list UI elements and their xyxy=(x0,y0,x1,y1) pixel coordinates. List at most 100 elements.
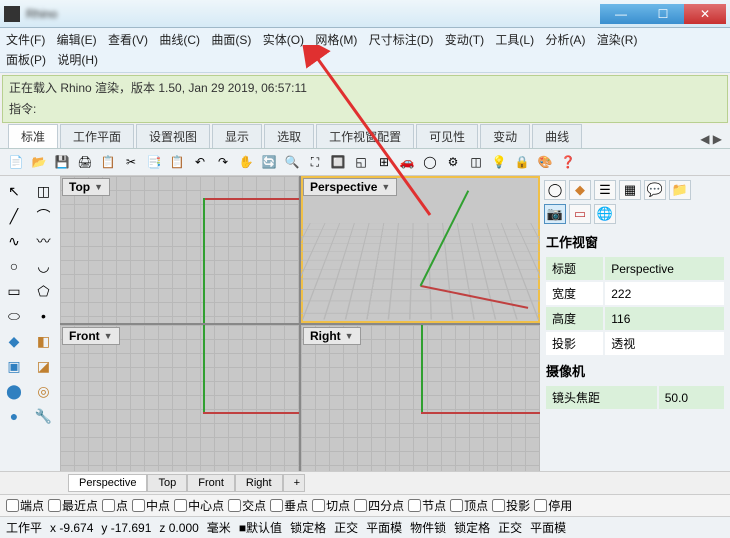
rp-help-icon[interactable]: 💬 xyxy=(644,180,666,200)
menu-tools[interactable]: 工具(L) xyxy=(495,30,534,50)
interp-icon[interactable]: 〰 xyxy=(32,230,56,252)
open-icon[interactable]: 📂 xyxy=(29,152,49,172)
viewport-perspective-label[interactable]: Perspective▼ xyxy=(303,178,397,196)
vtab-perspective[interactable]: Perspective xyxy=(68,474,147,492)
osnap-cen[interactable]: 中心点 xyxy=(174,497,224,514)
rp-rect-icon[interactable]: ▭ xyxy=(569,204,591,224)
osnap-quad[interactable]: 四分点 xyxy=(354,497,404,514)
osnap-int[interactable]: 交点 xyxy=(228,497,266,514)
status-unit[interactable]: 毫米 xyxy=(207,519,231,536)
redo-icon[interactable]: ↷ xyxy=(213,152,233,172)
lock-icon[interactable]: 🔒 xyxy=(512,152,532,172)
status-layer[interactable]: ■默认值 xyxy=(239,519,282,536)
menu-transform[interactable]: 变动(T) xyxy=(445,30,484,50)
sphere-icon[interactable]: ● xyxy=(2,405,26,427)
osnap-knot[interactable]: 节点 xyxy=(408,497,446,514)
copy-icon[interactable]: 📑 xyxy=(144,152,164,172)
help-icon[interactable]: ❓ xyxy=(558,152,578,172)
close-button[interactable]: ✕ xyxy=(684,4,726,24)
viewport-top-label[interactable]: Top▼ xyxy=(62,178,110,196)
tab-transform[interactable]: 变动 xyxy=(480,124,530,148)
pointer-icon[interactable]: ↖ xyxy=(2,180,26,202)
osnap-tan[interactable]: 切点 xyxy=(312,497,350,514)
rp-circle-icon[interactable]: ◯ xyxy=(544,180,566,200)
print-icon[interactable]: 🖨 xyxy=(75,152,95,172)
status-gridsnap2[interactable]: 锁定格 xyxy=(454,519,490,536)
arc-icon[interactable]: ◡ xyxy=(32,255,56,277)
tab-curve[interactable]: 曲线 xyxy=(532,124,582,148)
rp-display-icon[interactable]: ▦ xyxy=(619,180,641,200)
command-input[interactable] xyxy=(42,100,721,117)
osnap-point[interactable]: 点 xyxy=(102,497,128,514)
rp-material-icon[interactable]: ◆ xyxy=(569,180,591,200)
status-planar2[interactable]: 平面模 xyxy=(530,519,566,536)
new-icon[interactable]: 📄 xyxy=(6,152,26,172)
status-ortho[interactable]: 正交 xyxy=(334,519,358,536)
vtab-right[interactable]: Right xyxy=(235,474,283,492)
zoom-icon[interactable]: 🔍 xyxy=(282,152,302,172)
menu-file[interactable]: 文件(F) xyxy=(6,30,45,50)
cylinder-icon[interactable]: ⬤ xyxy=(2,380,26,402)
osnap-disable[interactable]: 停用 xyxy=(534,497,572,514)
torus-icon[interactable]: ◎ xyxy=(32,380,56,402)
light-icon[interactable]: 💡 xyxy=(489,152,509,172)
car-icon[interactable]: 🚗 xyxy=(397,152,417,172)
undo-icon[interactable]: ↶ xyxy=(190,152,210,172)
status-gridsnap[interactable]: 锁定格 xyxy=(290,519,326,536)
layers-icon[interactable]: ◫ xyxy=(466,152,486,172)
save-icon[interactable]: 💾 xyxy=(52,152,72,172)
wrench-icon[interactable]: 🔧 xyxy=(32,405,56,427)
tab-setview[interactable]: 设置视图 xyxy=(136,124,210,148)
osnap-perp[interactable]: 垂点 xyxy=(270,497,308,514)
menu-mesh[interactable]: 网格(M) xyxy=(315,30,357,50)
rect-icon[interactable]: ▭ xyxy=(2,280,26,302)
polyline-icon[interactable]: ⌒ xyxy=(32,205,56,227)
zoom-selected-icon[interactable]: ◱ xyxy=(351,152,371,172)
menu-view[interactable]: 查看(V) xyxy=(108,30,148,50)
lasso-icon[interactable]: ◫ xyxy=(32,180,56,202)
cut-icon[interactable]: ✂ xyxy=(121,152,141,172)
circle-tool-icon[interactable]: ○ xyxy=(2,255,26,277)
polygon-icon[interactable]: ⬠ xyxy=(32,280,56,302)
rp-globe-icon[interactable]: 🌐 xyxy=(594,204,616,224)
pan-icon[interactable]: ✋ xyxy=(236,152,256,172)
viewport-front[interactable]: Front▼ xyxy=(60,325,299,472)
menu-analyze[interactable]: 分析(A) xyxy=(545,30,585,50)
zoom-extents-icon[interactable]: ⛶ xyxy=(305,152,325,172)
line-icon[interactable]: ╱ xyxy=(2,205,26,227)
tab-display[interactable]: 显示 xyxy=(212,124,262,148)
four-view-icon[interactable]: ⊞ xyxy=(374,152,394,172)
curve-icon[interactable]: ∿ xyxy=(2,230,26,252)
menu-edit[interactable]: 编辑(E) xyxy=(57,30,97,50)
status-osnap[interactable]: 物件锁 xyxy=(410,519,446,536)
rp-folder-icon[interactable]: 📁 xyxy=(669,180,691,200)
status-planar[interactable]: 平面模 xyxy=(366,519,402,536)
menu-curve[interactable]: 曲线(C) xyxy=(159,30,200,50)
render-icon[interactable]: 🎨 xyxy=(535,152,555,172)
status-ortho2[interactable]: 正交 xyxy=(498,519,522,536)
rp-layers-icon[interactable]: ☰ xyxy=(594,180,616,200)
ellipse-icon[interactable]: ⬭ xyxy=(2,305,26,327)
tab-visibility[interactable]: 可见性 xyxy=(416,124,478,148)
box-icon[interactable]: ▣ xyxy=(2,355,26,377)
prop-lens-value[interactable]: 50.0 xyxy=(659,386,724,409)
osnap-near[interactable]: 最近点 xyxy=(48,497,98,514)
surface-icon[interactable]: ◆ xyxy=(2,330,26,352)
doc-icon[interactable]: 📋 xyxy=(98,152,118,172)
tab-viewport-layout[interactable]: 工作视窗配置 xyxy=(316,124,414,148)
menu-help[interactable]: 说明(H) xyxy=(57,50,98,70)
menu-dimension[interactable]: 尺寸标注(D) xyxy=(369,30,434,50)
point-icon[interactable]: • xyxy=(32,305,56,327)
rp-camera-icon[interactable]: 📷 xyxy=(544,204,566,224)
viewport-perspective[interactable]: Perspective▼ xyxy=(301,176,540,323)
rotate-icon[interactable]: 🔄 xyxy=(259,152,279,172)
viewport-front-label[interactable]: Front▼ xyxy=(62,327,120,345)
vtab-top[interactable]: Top xyxy=(147,474,187,492)
prop-height-value[interactable]: 116 xyxy=(605,307,724,330)
osnap-project[interactable]: 投影 xyxy=(492,497,530,514)
tab-select[interactable]: 选取 xyxy=(264,124,314,148)
tab-standard[interactable]: 标准 xyxy=(8,124,58,148)
viewport-right-label[interactable]: Right▼ xyxy=(303,327,361,345)
vtab-front[interactable]: Front xyxy=(187,474,235,492)
circle-icon[interactable]: ◯ xyxy=(420,152,440,172)
